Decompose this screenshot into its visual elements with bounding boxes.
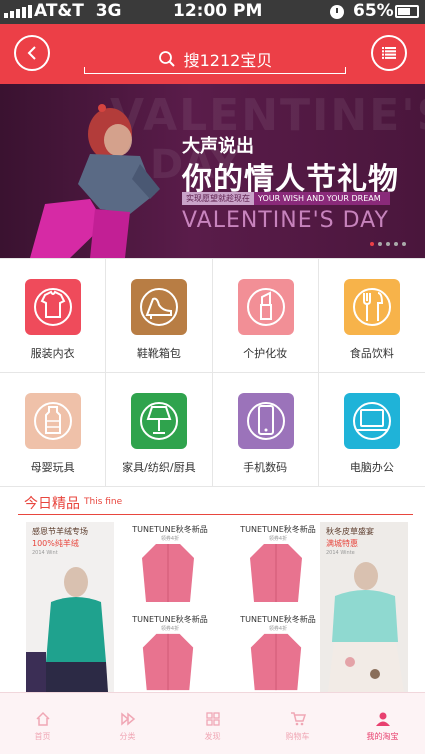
product-tile[interactable]: TUNETUNE秋冬新品 领券4折 xyxy=(228,614,328,694)
tshirt-icon xyxy=(25,279,81,335)
user-icon xyxy=(375,711,391,727)
product-title: TUNETUNE秋冬新品 xyxy=(132,615,208,624)
promo-banner[interactable]: VALENTINE'S DAY 大声说出 你的情人节礼物 实现愿望就趁现在 YOU… xyxy=(0,84,425,258)
product-title: TUNETUNE秋冬新品 xyxy=(240,615,316,624)
tab-grid[interactable]: 发现 xyxy=(170,693,255,754)
carrier-label: AT&T 3G xyxy=(34,1,122,21)
signal-icon xyxy=(4,4,32,18)
product-title: TUNETUNE秋冬新品 xyxy=(240,525,316,534)
carousel-dot[interactable] xyxy=(386,242,390,246)
carousel-dot[interactable] xyxy=(370,242,374,246)
status-bar: AT&T 3G 12:00 PM 65% xyxy=(0,0,425,24)
promo-card-subtitle: 100%纯羊绒 xyxy=(32,539,79,548)
category-baby-bottle[interactable]: 母婴玩具 xyxy=(0,373,107,487)
grid-icon xyxy=(205,711,221,727)
product-tile[interactable]: TUNETUNE秋冬新品 领券4折 xyxy=(120,614,220,694)
product-title: TUNETUNE秋冬新品 xyxy=(132,525,208,534)
lipstick-icon xyxy=(237,279,294,335)
category-label: 个护化妆 xyxy=(243,347,288,360)
promo-card-note: 2014 Winte xyxy=(326,550,355,556)
promo-card-fur[interactable]: 秋冬皮草盛宴 满城特惠 2014 Winte xyxy=(320,522,408,692)
category-label: 电脑办公 xyxy=(349,461,394,474)
promo-card-cashmere[interactable]: 感恩节羊绒专场 100%纯羊绒 2014 Wint xyxy=(26,522,114,692)
alarm-clock-icon xyxy=(330,5,344,19)
model-photo xyxy=(328,562,404,692)
promo-card-title: 感恩节羊绒专场 xyxy=(32,527,88,536)
tab-label: 发现 xyxy=(204,732,221,741)
tab-home[interactable]: 首页 xyxy=(0,693,85,754)
list-icon xyxy=(382,47,396,59)
category-label: 母婴玩具 xyxy=(30,461,75,474)
product-note: 领券4折 xyxy=(160,536,180,542)
category-high-heel[interactable]: 鞋靴箱包 xyxy=(106,259,213,373)
phone-icon xyxy=(237,393,294,449)
app-header: 搜1212宝贝 xyxy=(0,24,425,84)
carousel-dot[interactable] xyxy=(378,242,382,246)
category-grid: 服装内衣 鞋靴箱包 个护化妆 食品饮料母婴玩具 家具/纺织/厨具 手机数码 电脑办公 xyxy=(0,258,425,487)
category-label: 手机数码 xyxy=(243,461,288,474)
tab-label: 分类 xyxy=(119,732,136,741)
banner-english-title: VALENTINE'S DAY xyxy=(182,208,389,233)
section-title: 今日精品 xyxy=(24,496,80,512)
section-divider xyxy=(18,514,413,515)
pink-coat-image xyxy=(250,544,302,602)
carousel-dot[interactable] xyxy=(394,242,398,246)
category-label: 服装内衣 xyxy=(30,347,75,360)
promo-card-subtitle: 满城特惠 xyxy=(326,539,358,548)
tab-label: 首页 xyxy=(34,732,51,741)
menu-button[interactable] xyxy=(371,35,407,71)
clock-time: 12:00 PM xyxy=(173,1,263,21)
cart-icon xyxy=(290,711,306,727)
pink-coat-image xyxy=(250,633,302,691)
section-subtitle: This fine xyxy=(84,497,123,507)
carousel-dot[interactable] xyxy=(402,242,406,246)
carousel-indicator[interactable] xyxy=(370,242,406,246)
product-tile[interactable]: TUNETUNE秋冬新品 领券4折 xyxy=(228,524,328,604)
tab-user[interactable]: 我的淘宝 xyxy=(340,693,425,754)
product-tile[interactable]: TUNETUNE秋冬新品 领券4折 xyxy=(120,524,220,604)
promo-card-note: 2014 Wint xyxy=(32,550,58,556)
category-laptop[interactable]: 电脑办公 xyxy=(318,373,425,487)
product-showcase: 感恩节羊绒专场 100%纯羊绒 2014 Wint TUNETUNE秋冬新品 领… xyxy=(0,520,425,692)
pink-coat-image xyxy=(142,633,194,691)
promo-card-title: 秋冬皮草盛宴 xyxy=(326,527,374,536)
play-icon xyxy=(120,711,136,727)
category-label: 食品饮料 xyxy=(349,347,394,360)
category-lamp[interactable]: 家具/纺织/厨具 xyxy=(106,373,213,487)
home-icon xyxy=(35,711,51,727)
model-photo xyxy=(26,567,108,692)
pink-coat-image xyxy=(142,544,194,602)
product-note: 领券4折 xyxy=(268,626,288,632)
banner-tagline: 实现愿望就趁现在 YOUR WISH AND YOUR DREAM xyxy=(182,192,390,205)
chevron-left-icon xyxy=(27,46,36,60)
product-note: 领券4折 xyxy=(268,536,288,542)
category-utensils[interactable]: 食品饮料 xyxy=(318,259,425,373)
category-tshirt[interactable]: 服装内衣 xyxy=(0,259,107,373)
search-text: 搜1212宝贝 xyxy=(183,50,273,70)
utensils-icon xyxy=(343,279,400,335)
category-label: 鞋靴箱包 xyxy=(136,347,181,360)
category-phone[interactable]: 手机数码 xyxy=(212,373,319,487)
category-label: 家具/纺织/厨具 xyxy=(122,461,196,474)
back-button[interactable] xyxy=(14,35,50,71)
tab-play[interactable]: 分类 xyxy=(85,693,170,754)
baby-bottle-icon xyxy=(25,393,81,449)
battery-icon xyxy=(395,5,419,18)
model-photo xyxy=(30,104,160,258)
product-note: 领券4折 xyxy=(160,626,180,632)
search-bar[interactable]: 搜1212宝贝 xyxy=(84,44,346,74)
high-heel-icon xyxy=(131,279,188,335)
tab-cart[interactable]: 购物车 xyxy=(255,693,340,754)
tab-label: 我的淘宝 xyxy=(366,732,399,741)
battery-percent: 65% xyxy=(353,1,394,21)
laptop-icon xyxy=(343,393,400,449)
category-lipstick[interactable]: 个护化妆 xyxy=(212,259,319,373)
lamp-icon xyxy=(131,393,188,449)
bottom-tab-bar: 首页 分类 发现 购物车 我的淘宝 xyxy=(0,692,425,754)
tab-label: 购物车 xyxy=(285,732,310,741)
search-icon xyxy=(158,50,175,67)
today-section-header: 今日精品 This fine xyxy=(0,486,425,520)
